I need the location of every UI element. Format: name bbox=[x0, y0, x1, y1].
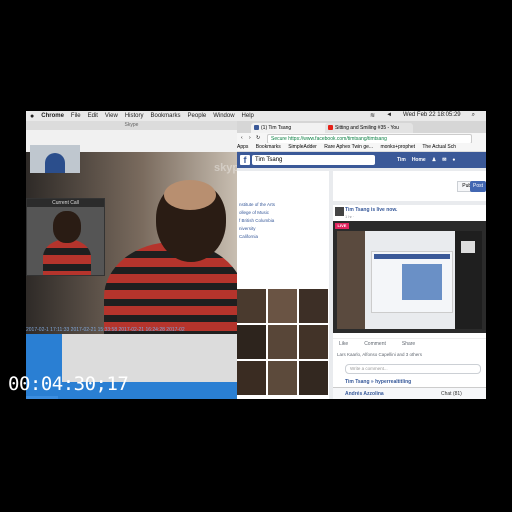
facebook-nav: Tim Home ♟ ✉ ● bbox=[397, 152, 455, 168]
share-button[interactable]: Share bbox=[402, 341, 415, 347]
timeline-progress bbox=[26, 396, 58, 399]
menu-file[interactable]: File bbox=[71, 113, 81, 119]
menu-view[interactable]: View bbox=[105, 113, 118, 119]
youtube-favicon-icon bbox=[328, 125, 333, 130]
menu-help[interactable]: Help bbox=[242, 113, 254, 119]
forward-icon[interactable]: › bbox=[249, 133, 251, 143]
self-view-thumbnail[interactable] bbox=[30, 145, 80, 173]
timestamp-strip: 2017-02-1 17:11:33 2017-02-21 15:33:58 2… bbox=[26, 327, 185, 333]
skype-logo: skype bbox=[214, 162, 237, 174]
photo-thumb[interactable] bbox=[299, 325, 328, 359]
post-actions: Like Comment Share bbox=[333, 338, 486, 349]
chat-user[interactable]: Andrés Azzolina bbox=[345, 388, 384, 399]
address-bar-row: ‹ › ↻ Secure https://www.facebook.com/ti… bbox=[237, 133, 486, 144]
bookmark-actual[interactable]: The Actual Sch bbox=[422, 144, 456, 150]
chat-label[interactable]: Chat (81) bbox=[441, 388, 462, 399]
photo-thumb[interactable] bbox=[237, 361, 266, 395]
like-button[interactable]: Like bbox=[339, 341, 348, 347]
menu-clock[interactable]: Wed Feb 22 18:05:29 bbox=[403, 112, 461, 119]
video-inset-left bbox=[337, 231, 365, 329]
preview-person-shirt bbox=[43, 239, 91, 275]
post-button[interactable]: Post bbox=[470, 181, 486, 192]
current-call-label: Current Call bbox=[27, 199, 104, 207]
photo-thumb[interactable] bbox=[237, 325, 266, 359]
wifi-icon[interactable]: ≋ bbox=[370, 112, 375, 119]
photo-thumb[interactable] bbox=[237, 289, 266, 323]
video-inset-window bbox=[461, 241, 475, 253]
skype-window: Skype skype Current Call 2017-02-1 17:11… bbox=[26, 121, 237, 399]
person-face bbox=[164, 180, 216, 210]
photo-thumb[interactable] bbox=[268, 361, 297, 395]
about-item[interactable]: niversity bbox=[239, 225, 275, 233]
chat-bar[interactable]: Andrés Azzolina Chat (81) bbox=[333, 387, 486, 399]
avatar[interactable] bbox=[335, 207, 344, 216]
menu-window[interactable]: Window bbox=[213, 113, 234, 119]
bookmark-simpleadder[interactable]: SimpleAdder bbox=[288, 144, 317, 150]
bookmark-aphex[interactable]: Rare Aphex Twin ge... bbox=[324, 144, 373, 150]
menu-people[interactable]: People bbox=[188, 113, 207, 119]
nav-profile[interactable]: Tim bbox=[397, 152, 406, 168]
live-post: Tim Tsang is live now. 1 hr · LIVE Like … bbox=[333, 205, 486, 399]
tab-youtube-label: Sitting and Smiling #35 - You bbox=[335, 125, 399, 131]
apple-icon[interactable]: ● bbox=[30, 113, 34, 120]
about-item[interactable]: California bbox=[239, 233, 275, 241]
bookmark-monks[interactable]: monks+prophet bbox=[380, 144, 415, 150]
current-call-preview[interactable]: Current Call bbox=[26, 198, 105, 276]
photo-thumb[interactable] bbox=[268, 325, 297, 359]
video-timecode: 00:04:30;17 bbox=[8, 373, 129, 395]
facebook-favicon-icon bbox=[254, 125, 259, 130]
tab-facebook[interactable]: (1) Tim Tsang bbox=[251, 123, 331, 133]
menu-app-name[interactable]: Chrome bbox=[41, 113, 64, 119]
notifications-icon[interactable]: ● bbox=[452, 152, 455, 168]
post-author[interactable]: Tim Tsang is live now. bbox=[345, 207, 397, 213]
live-badge: LIVE bbox=[335, 223, 349, 229]
reload-icon[interactable]: ↻ bbox=[256, 133, 260, 143]
skype-title: Skype bbox=[26, 121, 237, 130]
photo-grid bbox=[237, 289, 329, 399]
self-view-person bbox=[45, 153, 65, 173]
messages-icon[interactable]: ✉ bbox=[442, 152, 446, 168]
chrome-window: (1) Tim Tsang Sitting and Smiling #35 - … bbox=[237, 121, 486, 399]
photo-thumb[interactable] bbox=[299, 361, 328, 395]
preview-person-head bbox=[53, 211, 81, 243]
facebook-top-bar: f Tim Tsang Tim Home ♟ ✉ ● bbox=[237, 152, 486, 168]
video-inset-image bbox=[402, 264, 442, 300]
facebook-search-input[interactable]: Tim Tsang bbox=[252, 155, 375, 165]
photo-thumb[interactable] bbox=[268, 289, 297, 323]
live-video-content bbox=[337, 231, 482, 329]
tab-youtube[interactable]: Sitting and Smiling #35 - You bbox=[325, 123, 413, 133]
about-item[interactable]: ollege of Music bbox=[239, 209, 275, 217]
video-inset-fbbar bbox=[374, 254, 450, 259]
comment-button[interactable]: Comment bbox=[364, 341, 386, 347]
volume-icon[interactable]: ◄ bbox=[386, 112, 392, 119]
bookmarks-bar: Apps Bookmarks SimpleAdder Rare Aphex Tw… bbox=[237, 143, 486, 152]
back-icon[interactable]: ‹ bbox=[241, 133, 243, 143]
video-inset-right bbox=[455, 231, 482, 329]
tab-strip: (1) Tim Tsang Sitting and Smiling #35 - … bbox=[237, 121, 486, 133]
about-list: nstitute of the Arts ollege of Music f B… bbox=[239, 201, 275, 241]
menu-edit[interactable]: Edit bbox=[88, 113, 98, 119]
mac-menu-bar: ● Chrome File Edit View History Bookmark… bbox=[26, 111, 486, 121]
menu-bookmarks[interactable]: Bookmarks bbox=[151, 113, 181, 119]
photo-thumb[interactable] bbox=[299, 289, 328, 323]
tab-facebook-label: (1) Tim Tsang bbox=[261, 125, 292, 131]
video-inset-screen bbox=[371, 251, 453, 313]
bookmark-apps[interactable]: Apps bbox=[237, 144, 248, 150]
post-time: 1 hr · bbox=[345, 214, 355, 219]
friends-icon[interactable]: ♟ bbox=[432, 152, 436, 168]
reactions-summary[interactable]: Lars Kaarlo, Alfonso Capellini and 3 oth… bbox=[337, 352, 422, 357]
nav-home[interactable]: Home bbox=[412, 152, 426, 168]
live-video-player[interactable]: LIVE bbox=[333, 221, 486, 333]
comment-input[interactable]: Write a comment... bbox=[345, 364, 481, 374]
profile-left-column: nstitute of the Arts ollege of Music f B… bbox=[237, 171, 329, 399]
facebook-logo[interactable]: f bbox=[240, 155, 250, 165]
about-item[interactable]: f British Columbia bbox=[239, 217, 275, 225]
about-item[interactable]: nstitute of the Arts bbox=[239, 201, 275, 209]
menu-history[interactable]: History bbox=[125, 113, 144, 119]
comment-author[interactable]: Tim Tsang » hyperrealtitling bbox=[345, 379, 411, 385]
search-icon[interactable]: ⌕ bbox=[472, 112, 475, 119]
bookmark-bookmarks[interactable]: Bookmarks bbox=[256, 144, 281, 150]
